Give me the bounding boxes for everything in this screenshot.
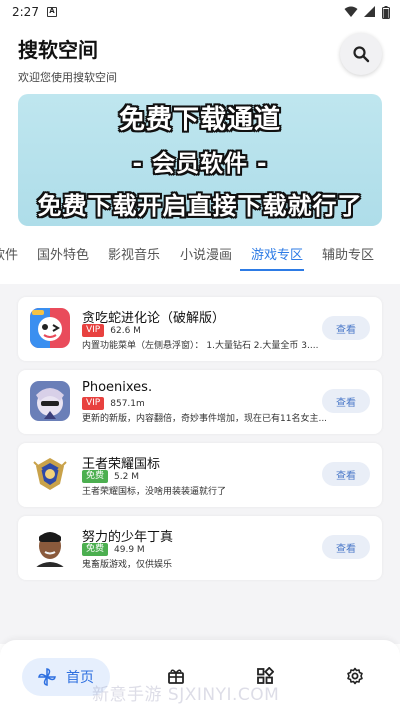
app-size: 5.2 M: [114, 471, 139, 482]
header: 搜软空间 欢迎您使用搜软空间: [0, 24, 400, 86]
app-size: 857.1m: [110, 398, 145, 409]
app-description: 王者荣耀国标，没啥用装装逼就行了: [82, 487, 227, 497]
tab-foreign[interactable]: 国外特色: [37, 244, 89, 274]
status-left: 2:27 A: [12, 5, 57, 19]
list-item[interactable]: 努力的少年丁真 免费 49.9 M 鬼畜版游戏，仅供娱乐 查看: [18, 516, 382, 580]
banner-line-3: 免费下载开启直接下载就行了: [37, 192, 363, 220]
app-list: 贪吃蛇进化论（破解版） VIP 62.6 M 内置功能菜单（左侧悬浮窗）： 1.…: [0, 284, 400, 644]
vip-badge: VIP: [82, 397, 105, 410]
app-size: 49.9 M: [114, 544, 145, 555]
tab-assist[interactable]: 辅助专区: [322, 244, 374, 274]
list-item[interactable]: 王者荣耀国标 免费 5.2 M 王者荣耀国标，没啥用装装逼就行了 查看: [18, 443, 382, 507]
app-icon: [30, 527, 70, 567]
app-icon: [30, 308, 70, 348]
view-button[interactable]: 查看: [322, 462, 370, 486]
app-icon: [30, 454, 70, 494]
free-badge: 免费: [82, 470, 109, 483]
search-button[interactable]: [340, 33, 382, 75]
status-time: 2:27: [12, 5, 39, 19]
signal-icon: [364, 6, 375, 17]
status-right: [344, 5, 390, 19]
notification-a-icon: A: [46, 7, 57, 17]
wifi-icon: [344, 6, 358, 17]
tab-software[interactable]: 软件: [0, 244, 18, 274]
active-tab-indicator: [240, 269, 304, 271]
promo-banner[interactable]: 免费下载通道 - 会员软件 - 免费下载开启直接下载就行了: [18, 94, 382, 226]
watermark: 新意手游 SJXINYI.COM: [92, 685, 280, 705]
view-button[interactable]: 查看: [322, 535, 370, 559]
tab-novel-comic[interactable]: 小说漫画: [180, 244, 232, 274]
page-title: 搜软空间: [18, 38, 98, 62]
view-button[interactable]: 查看: [322, 316, 370, 340]
list-item[interactable]: Phoenixes. VIP 857.1m 更新的新版，内容翻倍，奇妙事件增加，…: [18, 370, 382, 434]
app-description: 更新的新版，内容翻倍，奇妙事件增加，现在已有11名女主...: [82, 414, 328, 424]
app-meta: 免费 5.2 M: [82, 470, 139, 483]
app-meta: VIP 857.1m: [82, 397, 145, 410]
settings-gear-icon[interactable]: [346, 667, 364, 685]
vip-badge: VIP: [82, 324, 105, 337]
pinwheel-icon: [38, 668, 56, 686]
app-description: 鬼畜版游戏，仅供娱乐: [82, 560, 173, 570]
app-size: 62.6 M: [110, 325, 141, 336]
tab-video-music[interactable]: 影视音乐: [108, 244, 160, 274]
app-meta: 免费 49.9 M: [82, 543, 145, 556]
app-icon: [30, 381, 70, 421]
app-title: Phoenixes.: [82, 380, 153, 395]
search-icon: [353, 46, 370, 63]
page-subtitle: 欢迎您使用搜软空间: [18, 71, 117, 84]
view-button[interactable]: 查看: [322, 389, 370, 413]
app-meta: VIP 62.6 M: [82, 324, 141, 337]
nav-home-label: 首页: [66, 670, 94, 686]
list-item[interactable]: 贪吃蛇进化论（破解版） VIP 62.6 M 内置功能菜单（左侧悬浮窗）： 1.…: [18, 297, 382, 361]
banner-line-1: 免费下载通道: [118, 105, 281, 135]
category-tabs: 软件 国外特色 影视音乐 小说漫画 游戏专区 辅助专区: [0, 244, 400, 274]
status-bar: 2:27 A: [0, 0, 400, 24]
battery-icon: [382, 5, 390, 19]
app-description: 内置功能菜单（左侧悬浮窗）： 1.大量钻石 2.大量全币 3....: [82, 341, 319, 351]
free-badge: 免费: [82, 543, 109, 556]
banner-line-2: - 会员软件 -: [132, 151, 268, 177]
